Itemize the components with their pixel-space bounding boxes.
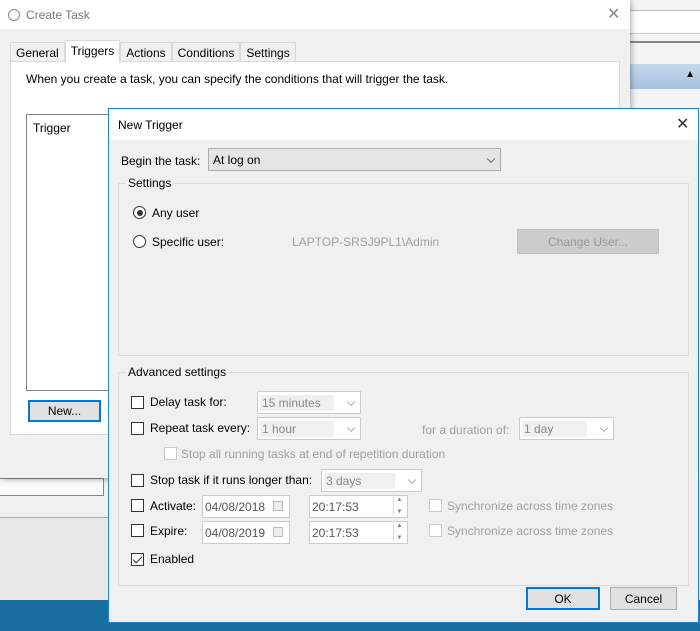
repeat-task-select[interactable]: 1 hour xyxy=(257,417,361,440)
expire-date-picker[interactable]: 04/08/2019 xyxy=(202,521,290,544)
spinner-icon[interactable]: ▲ ▼ xyxy=(393,497,405,515)
spinner-icon[interactable]: ▲ ▼ xyxy=(393,523,405,541)
new-trigger-button[interactable]: New... xyxy=(28,400,101,422)
expire-sync-checkbox[interactable] xyxy=(429,524,442,537)
create-task-titlebar: Create Task xyxy=(0,0,630,29)
trigger-list[interactable]: Trigger xyxy=(26,114,121,391)
new-trigger-titlebar: New Trigger xyxy=(109,109,698,140)
settings-group-label: Settings xyxy=(126,176,174,190)
delay-task-checkbox[interactable] xyxy=(131,396,144,409)
any-user-radio[interactable] xyxy=(133,206,146,219)
collapse-up-icon[interactable]: ▲ xyxy=(685,69,695,80)
activate-sync-checkbox[interactable] xyxy=(429,499,442,512)
repeat-value: 1 hour xyxy=(260,420,334,437)
stop-all-checkbox[interactable] xyxy=(164,447,177,460)
expire-checkbox[interactable] xyxy=(131,524,144,537)
any-user-label[interactable]: Any user xyxy=(152,206,199,220)
close-icon[interactable]: ✕ xyxy=(676,114,689,134)
activate-sync-label: Synchronize across time zones xyxy=(447,499,614,513)
activate-label[interactable]: Activate: xyxy=(150,499,196,513)
new-trigger-dialog: New Trigger ✕ Begin the task: At log on … xyxy=(108,108,699,623)
expire-sync-label: Synchronize across time zones xyxy=(447,524,614,538)
tab-conditions[interactable]: Conditions xyxy=(171,42,241,62)
tab-triggers[interactable]: Triggers xyxy=(64,40,121,63)
specific-user-radio[interactable] xyxy=(133,235,146,248)
activate-checkbox[interactable] xyxy=(131,499,144,512)
clock-icon xyxy=(8,8,20,21)
tab-general[interactable]: General xyxy=(10,42,65,62)
activate-time-field[interactable]: 20:17:53 ▲ ▼ xyxy=(309,495,408,518)
activate-date: 04/08/2018 xyxy=(205,499,266,514)
delay-task-label[interactable]: Delay task for: xyxy=(150,395,227,409)
expire-label[interactable]: Expire: xyxy=(150,524,187,538)
stop-value: 3 days xyxy=(324,472,395,489)
expire-time-field[interactable]: 20:17:53 ▲ ▼ xyxy=(309,521,408,544)
background-window-lower xyxy=(0,478,110,518)
new-trigger-title: New Trigger xyxy=(118,117,183,132)
enabled-label[interactable]: Enabled xyxy=(150,552,194,566)
duration-value: 1 day xyxy=(522,420,587,437)
repeat-task-label[interactable]: Repeat task every: xyxy=(150,421,250,435)
begin-task-value: At log on xyxy=(213,152,261,167)
stop-all-label: Stop all running tasks at end of repetit… xyxy=(181,447,446,461)
enabled-checkbox[interactable] xyxy=(131,553,144,566)
chevron-down-icon xyxy=(486,154,496,163)
settings-group: Settings Any user Specific user: LAPTOP-… xyxy=(118,176,689,356)
duration-label: for a duration of: xyxy=(422,423,510,437)
calendar-icon[interactable] xyxy=(273,501,283,511)
cancel-button[interactable]: Cancel xyxy=(610,587,677,610)
specific-user-label[interactable]: Specific user: xyxy=(152,235,224,249)
delay-task-select[interactable]: 15 minutes xyxy=(257,391,361,414)
ok-button[interactable]: OK xyxy=(526,587,600,610)
stop-task-checkbox[interactable] xyxy=(131,474,144,487)
advanced-settings-label: Advanced settings xyxy=(126,365,229,379)
change-user-button[interactable]: Change User... xyxy=(517,229,659,254)
tab-settings[interactable]: Settings xyxy=(240,42,296,62)
stop-task-label[interactable]: Stop task if it runs longer than: xyxy=(150,473,312,487)
begin-task-label: Begin the task: xyxy=(121,154,201,168)
user-name: LAPTOP-SRSJ9PL1\Admin xyxy=(292,235,440,249)
expire-time: 20:17:53 xyxy=(312,525,359,540)
duration-select[interactable]: 1 day xyxy=(519,417,614,440)
calendar-icon[interactable] xyxy=(273,527,283,537)
close-icon[interactable]: ✕ xyxy=(607,4,620,24)
collapse-header[interactable]: ▲ xyxy=(630,64,700,89)
tab-actions[interactable]: Actions xyxy=(120,42,172,62)
triggers-description: When you create a task, you can specify … xyxy=(26,72,449,86)
stop-task-select[interactable]: 3 days xyxy=(321,469,422,492)
chevron-down-icon xyxy=(599,423,609,432)
create-task-title: Create Task xyxy=(26,7,90,22)
delay-value: 15 minutes xyxy=(260,394,334,411)
begin-task-select[interactable]: At log on xyxy=(208,148,501,171)
trigger-column-header[interactable]: Trigger xyxy=(33,121,71,135)
repeat-task-checkbox[interactable] xyxy=(131,422,144,435)
chevron-down-icon xyxy=(407,475,417,484)
chevron-down-icon xyxy=(346,423,356,432)
tab-bar: General Triggers Actions Conditions Sett… xyxy=(10,40,296,63)
activate-date-picker[interactable]: 04/08/2018 xyxy=(202,495,290,518)
activate-time: 20:17:53 xyxy=(312,499,359,514)
expire-date: 04/08/2019 xyxy=(205,525,266,540)
chevron-down-icon xyxy=(346,397,356,406)
